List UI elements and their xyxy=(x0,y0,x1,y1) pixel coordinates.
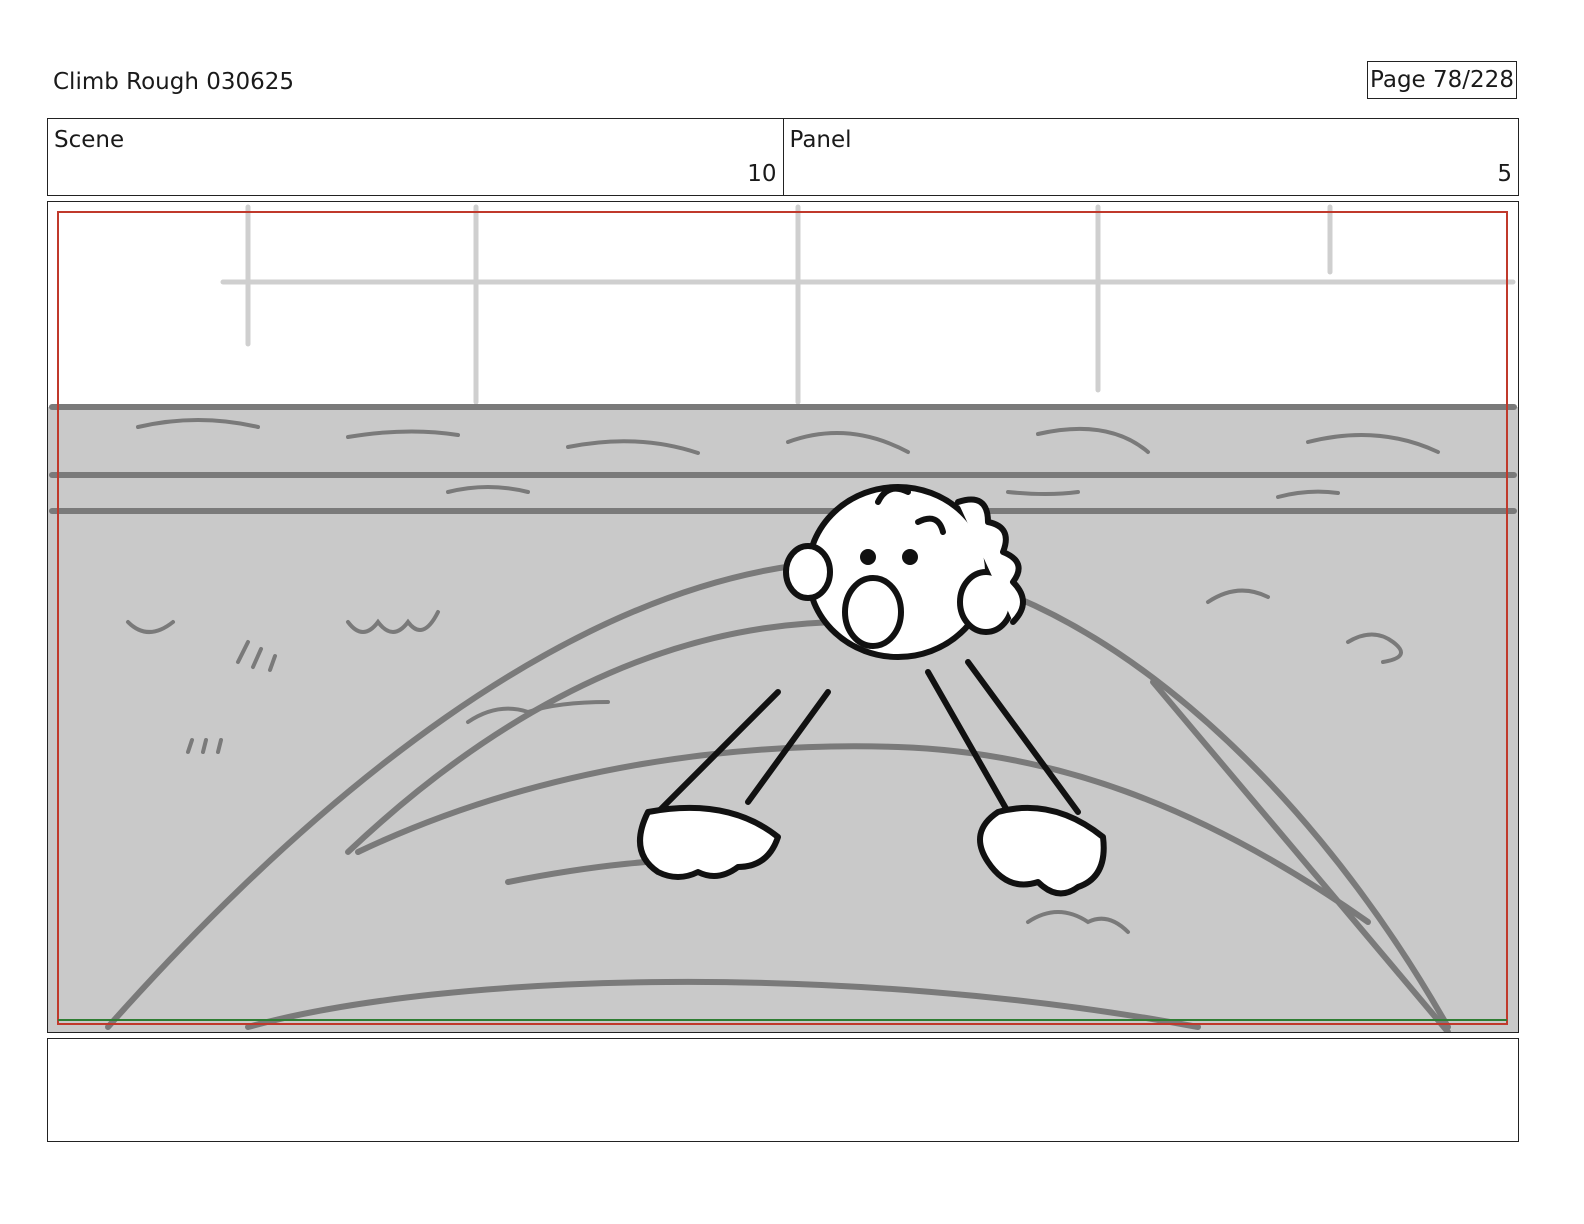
storyboard-sketch xyxy=(48,204,1518,1032)
panel-notes-box xyxy=(47,1038,1519,1142)
panel-cell: Panel 5 xyxy=(782,119,1519,195)
window-grid-sketch xyxy=(220,204,1516,405)
panel-label: Panel xyxy=(789,127,852,153)
scene-number: 10 xyxy=(747,161,777,187)
page-label: Page xyxy=(1370,67,1426,93)
scene-label: Scene xyxy=(54,127,125,153)
document-title: Climb Rough 030625 xyxy=(53,69,295,95)
scene-cell: Scene 10 xyxy=(48,119,783,195)
panel-number: 5 xyxy=(1497,161,1512,187)
page-counter: Page 78/228 xyxy=(1367,61,1517,99)
storyboard-panel-frame xyxy=(47,201,1519,1033)
ground-fill xyxy=(48,407,1518,1032)
scene-panel-info: Scene 10 Panel 5 xyxy=(47,118,1519,196)
page-number: 78/228 xyxy=(1433,67,1514,93)
